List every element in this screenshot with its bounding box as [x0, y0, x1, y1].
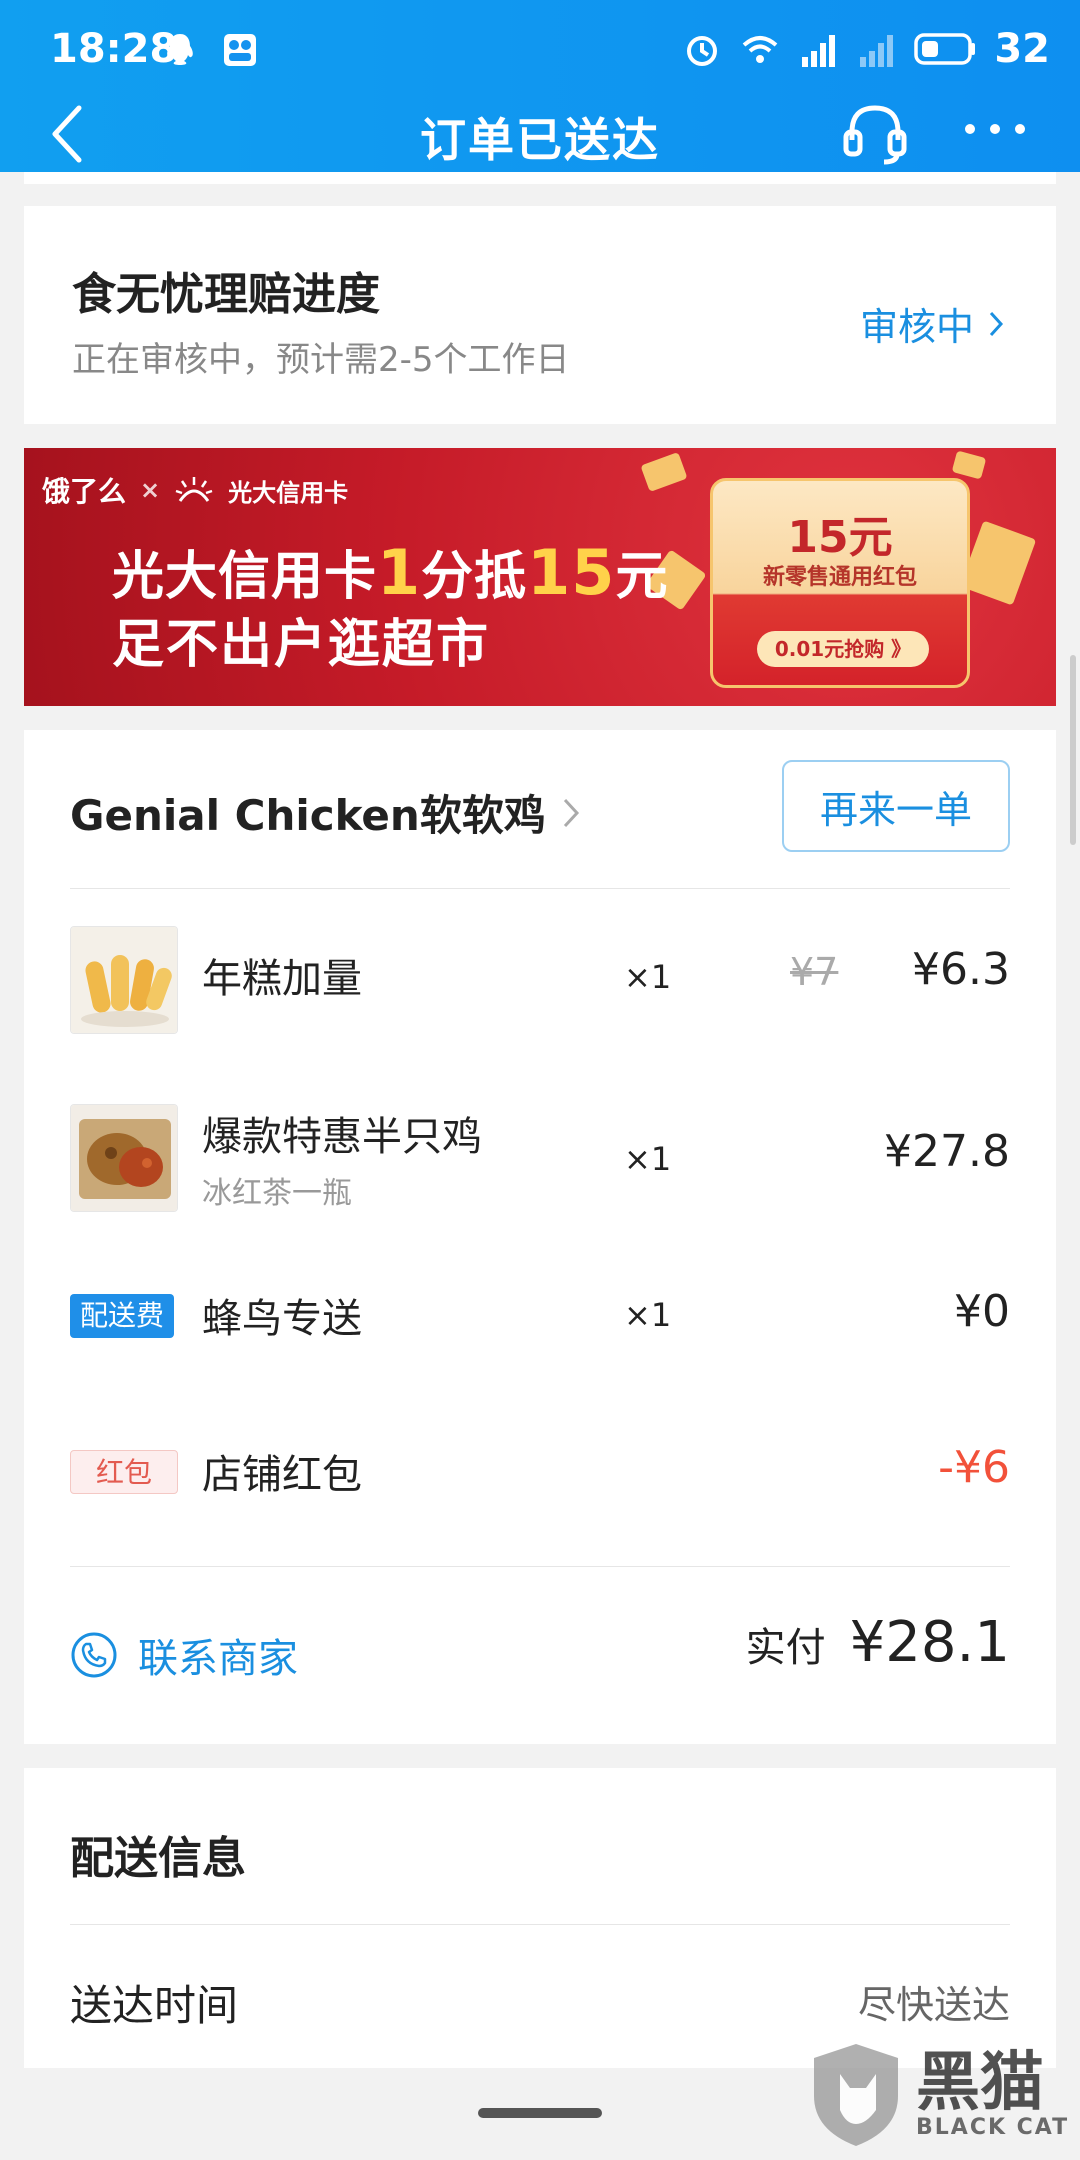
- phone-icon: [71, 1632, 117, 1678]
- paid-amount: ¥28.1: [849, 1610, 1010, 1675]
- item-name: 年糕加量: [202, 956, 362, 1002]
- delivery-fee-row: 配送费 蜂鸟专送 ×1 ¥0: [24, 1286, 1056, 1346]
- divider: [70, 888, 1010, 889]
- page-title: 订单已送达: [420, 113, 660, 167]
- eleme-logo: 饿了么: [42, 475, 127, 508]
- brand-separator: ×: [140, 476, 161, 504]
- cat-shield-logo-icon: [814, 2044, 898, 2146]
- item-quantity: ×1: [624, 1296, 672, 1334]
- wifi-icon: [743, 36, 778, 63]
- half-chicken-thumbnail[interactable]: [70, 1104, 178, 1212]
- order-item: 爆款特惠半只鸡 冰红茶一瓶 ×1 ¥27.8: [24, 1104, 1056, 1212]
- signal-4g-icon: [802, 35, 836, 67]
- nav-bar: 订单已送达: [0, 96, 1080, 172]
- contact-merchant-label: 联系商家: [138, 1636, 298, 1682]
- item-subtitle: 冰红茶一瓶: [202, 1176, 352, 1211]
- banner-brand-logos: 饿了么 × 光大信用卡: [42, 470, 348, 510]
- rice-cake-thumbnail[interactable]: [70, 926, 178, 1034]
- app-notification-icon: [224, 34, 256, 66]
- delivery-info-card: 配送信息 送达时间 尽快送达: [24, 1768, 1056, 2068]
- order-card: Genial Chicken软软鸡 再来一单 年糕加量 ×1 ¥7 ¥6.3 爆…: [24, 730, 1056, 1744]
- claim-title: 食无忧理赔进度: [72, 269, 380, 320]
- item-name: 店铺红包: [202, 1452, 362, 1498]
- delivery-info-title: 配送信息: [70, 1833, 246, 1884]
- divider: [70, 1924, 1010, 1925]
- reorder-button[interactable]: 再来一单: [782, 760, 1010, 852]
- signal-empty-icon: [860, 35, 894, 67]
- watermark-text: 黑猫: [916, 2045, 1044, 2120]
- chevron-right-icon: [563, 798, 579, 827]
- confetti-decoration: [959, 520, 1037, 606]
- previous-card-edge: [24, 172, 1056, 184]
- red-packet-row: 红包 店铺红包 -¥6: [24, 1442, 1056, 1502]
- delivery-fee-tag: 配送费: [70, 1294, 175, 1338]
- paid-label: 实付: [745, 1625, 826, 1671]
- header-bar: 18:28 32 订单已送达: [0, 0, 1080, 172]
- red-packet-tag: 红包: [70, 1450, 178, 1494]
- claim-status-label: 审核中: [859, 305, 974, 349]
- status-bar: 18:28 32: [0, 0, 1080, 96]
- delivery-time-value: 尽快送达: [857, 1983, 1010, 2027]
- black-cat-watermark: 黑猫 BLACK CAT: [806, 2040, 1069, 2150]
- alarm-icon: [687, 36, 718, 66]
- home-indicator[interactable]: [478, 2108, 602, 2118]
- discount-amount: -¥6: [938, 1442, 1010, 1493]
- coupon-envelope[interactable]: 15元 新零售通用红包 0.01元抢购 》: [710, 478, 970, 688]
- coupon-buy-button[interactable]: 0.01元抢购 》: [757, 631, 929, 667]
- shop-name-link[interactable]: Genial Chicken软软鸡: [70, 782, 580, 843]
- scrollbar[interactable]: [1070, 655, 1076, 845]
- battery-icon: [914, 33, 976, 65]
- more-options-icon[interactable]: [960, 114, 1030, 144]
- confetti-decoration: [951, 450, 987, 480]
- item-quantity: ×1: [624, 958, 672, 996]
- food-image-icon: [71, 927, 177, 1033]
- item-original-price: ¥7: [790, 950, 839, 994]
- order-item: 年糕加量 ×1 ¥7 ¥6.3: [24, 926, 1056, 1034]
- item-price: ¥0: [954, 1286, 1010, 1337]
- contact-merchant-button[interactable]: 联系商家: [70, 1626, 298, 1684]
- item-name: 蜂鸟专送: [202, 1296, 362, 1342]
- coupon-description: 新零售通用红包: [762, 565, 917, 590]
- confetti-decoration: [640, 452, 688, 492]
- delivery-time-label: 送达时间: [70, 1981, 239, 2030]
- item-price: ¥27.8: [884, 1126, 1010, 1177]
- promo-banner[interactable]: 饿了么 × 光大信用卡 光大信用卡1分抵15元 足不出户逛超市 15元 新零售通…: [24, 448, 1056, 706]
- shop-name: Genial Chicken软软鸡: [70, 791, 546, 840]
- banner-headline: 光大信用卡1分抵15元: [112, 536, 669, 609]
- claim-progress-card[interactable]: 食无忧理赔进度 正在审核中，预计需2-5个工作日 审核中: [24, 206, 1056, 424]
- coupon-amount: 15元: [787, 512, 893, 563]
- chevron-right-icon: [989, 311, 1004, 336]
- battery-level: 32: [994, 26, 1050, 72]
- watermark-subtext: BLACK CAT: [916, 2114, 1070, 2140]
- claim-subtitle: 正在审核中，预计需2-5个工作日: [72, 340, 570, 380]
- item-quantity: ×1: [624, 1140, 672, 1178]
- item-price: ¥6.3: [912, 944, 1010, 995]
- item-name: 爆款特惠半只鸡: [202, 1114, 482, 1160]
- food-image-icon: [71, 1105, 177, 1211]
- paid-total: 实付 ¥28.1: [746, 1610, 1010, 1675]
- claim-status-link[interactable]: 审核中: [860, 296, 1004, 351]
- ceb-logo: 光大信用卡: [228, 478, 349, 507]
- sun-logo-icon: [175, 477, 213, 502]
- status-time: 18:28: [50, 26, 178, 72]
- divider: [70, 1566, 1010, 1567]
- banner-subheadline: 足不出户逛超市: [112, 615, 491, 675]
- qq-icon: [167, 34, 193, 65]
- customer-service-headset-icon[interactable]: [840, 102, 910, 166]
